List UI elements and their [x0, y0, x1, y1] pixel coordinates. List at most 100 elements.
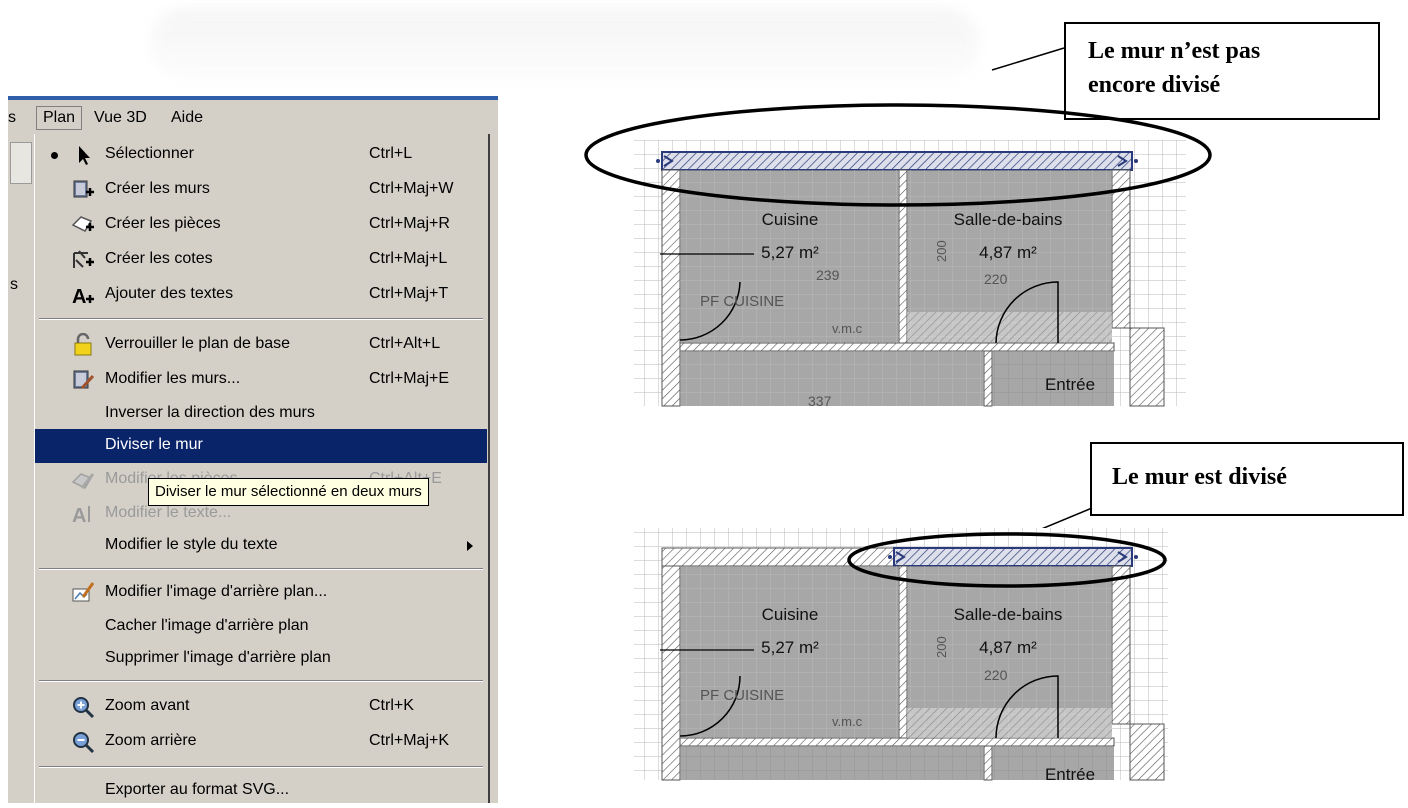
- dimension-label: 220: [984, 271, 1008, 287]
- create-walls-icon: [73, 180, 94, 198]
- menu-item-label: Modifier le style du texte: [105, 536, 278, 553]
- toolbar-edge: [490, 136, 498, 803]
- menu-item-style-texte[interactable]: Modifier le style du texte: [35, 529, 487, 563]
- selected-wall[interactable]: [661, 151, 1133, 171]
- blurred-title-bar: [150, 8, 980, 80]
- menu-item-label: Inverser la direction des murs: [105, 404, 315, 421]
- menu-item-inverser-direction[interactable]: Inverser la direction des murs: [35, 397, 487, 431]
- callout-line-1: Le mur n’est pas: [1088, 38, 1261, 64]
- plan-label: v.m.c: [832, 714, 863, 729]
- callout-text: Le mur est divisé: [1112, 464, 1287, 490]
- menu-item-label: Diviser le mur: [105, 436, 203, 453]
- callout-line-2: encore divisé: [1088, 72, 1221, 98]
- menu-item-label: Supprimer l'image d'arrière plan: [105, 649, 331, 666]
- zoom-in-icon: [73, 697, 95, 719]
- room-area: 5,27 m²: [761, 638, 819, 657]
- dimension-label: 337: [808, 393, 832, 409]
- menu-item-shortcut: Ctrl+K: [369, 697, 414, 714]
- callout-leader-line: [991, 47, 1065, 71]
- modify-walls-icon: [73, 370, 95, 390]
- floor-plan-after: Cuisine 5,27 m² Salle-de-bains 4,87 m² E…: [634, 528, 1168, 784]
- menu-item-verrouiller-plan[interactable]: Verrouiller le plan de base Ctrl+Alt+L: [35, 328, 487, 362]
- menu-item-selectionner[interactable]: Sélectionner Ctrl+L: [35, 138, 487, 172]
- room-name: Cuisine: [762, 605, 819, 624]
- menu-bar: s Plan Vue 3D Aide: [8, 96, 498, 136]
- modify-text-icon: A: [72, 505, 90, 526]
- menu-item-zoom-avant[interactable]: Zoom avant Ctrl+K: [35, 690, 487, 724]
- menu-item-label: Ajouter des textes: [105, 285, 234, 302]
- menu-item-shortcut: Ctrl+Maj+K: [369, 732, 450, 749]
- floor-plan-before: Cuisine 5,27 m² Salle-de-bains 4,87 m² E…: [584, 103, 1212, 409]
- menu-truncated[interactable]: s: [8, 109, 16, 127]
- menu-item-creer-cotes[interactable]: Créer les cotes Ctrl+Maj+L: [35, 243, 487, 277]
- menu-item-ajouter-textes[interactable]: A Ajouter des textes Ctrl+Maj+T: [35, 278, 487, 312]
- tooltip: Diviser le mur sélectionné en deux murs: [148, 478, 429, 506]
- modify-rooms-icon: [71, 473, 95, 489]
- furniture-label: PF CUISINE: [700, 293, 784, 310]
- create-dimensions-icon: [73, 250, 94, 268]
- menu-separator: [39, 318, 483, 320]
- menu-item-label: Modifier les murs...: [105, 370, 241, 387]
- lock-plan-icon: [74, 333, 92, 356]
- menu-separator: [39, 766, 483, 768]
- callout-divided: Le mur est divisé: [1090, 442, 1404, 516]
- room-name: Entrée: [1045, 375, 1095, 394]
- room-name: Entrée: [1045, 765, 1095, 784]
- menu-item-cacher-image-fond[interactable]: Cacher l'image d'arrière plan: [35, 610, 487, 644]
- menu-item-creer-pieces[interactable]: Créer les pièces Ctrl+Maj+R: [35, 208, 487, 242]
- menu-item-zoom-arriere[interactable]: Zoom arrière Ctrl+Maj+K: [35, 725, 487, 759]
- menu-aide[interactable]: Aide: [171, 109, 203, 127]
- menu-item-label: Verrouiller le plan de base: [105, 335, 291, 352]
- room-area: 4,87 m²: [979, 243, 1037, 262]
- callout-leader-line: [1009, 507, 1093, 543]
- dimension-label: 200: [934, 240, 949, 262]
- menu-item-label: Modifier l'image d'arrière plan...: [105, 583, 328, 600]
- menu-item-label: Créer les pièces: [105, 215, 221, 232]
- submenu-arrow-icon: [467, 541, 473, 551]
- menu-item-modifier-image-fond[interactable]: Modifier l'image d'arrière plan...: [35, 576, 487, 610]
- selected-wall-segment[interactable]: [893, 547, 1133, 567]
- room-area: 5,27 m²: [761, 243, 819, 262]
- left-toolbar-strip: s: [8, 136, 36, 803]
- zoom-out-icon: [73, 732, 95, 754]
- highlight-ellipse: [847, 532, 1167, 588]
- toolbar-button[interactable]: [10, 142, 32, 184]
- menu-item-shortcut: Ctrl+L: [369, 145, 413, 162]
- callout-not-divided: Le mur n’est pas encore divisé: [1064, 22, 1380, 120]
- dimension-label: 239: [816, 267, 840, 283]
- add-text-icon: A: [72, 286, 94, 307]
- room-name: Salle-de-bains: [954, 605, 1063, 624]
- menu-item-diviser-mur[interactable]: Diviser le mur: [35, 429, 487, 463]
- background-image-icon: [72, 582, 95, 602]
- menu-item-shortcut: Ctrl+Alt+L: [369, 335, 441, 352]
- svg-text:A: A: [72, 286, 86, 307]
- room-name: Cuisine: [762, 210, 819, 229]
- menu-item-shortcut: Ctrl+Maj+W: [369, 180, 454, 197]
- room-name: Salle-de-bains: [954, 210, 1063, 229]
- menu-item-creer-murs[interactable]: Créer les murs Ctrl+Maj+W: [35, 173, 487, 207]
- menu-item-shortcut: Ctrl+Maj+T: [369, 285, 449, 302]
- menu-plan[interactable]: Plan: [36, 106, 83, 130]
- menu-item-shortcut: Ctrl+Maj+R: [369, 215, 450, 232]
- dimension-label: 220: [984, 667, 1008, 683]
- svg-text:A: A: [72, 505, 86, 526]
- menu-item-label: Cacher l'image d'arrière plan: [105, 617, 309, 634]
- menu-item-supprimer-image-fond[interactable]: Supprimer l'image d'arrière plan: [35, 642, 487, 676]
- menu-item-shortcut: Ctrl+Maj+E: [369, 370, 450, 387]
- menu-vue-3d[interactable]: Vue 3D: [94, 109, 147, 127]
- menu-separator: [39, 568, 483, 570]
- plan-label: v.m.c: [832, 321, 863, 336]
- menu-item-label: Zoom avant: [105, 697, 190, 714]
- menu-item-label: Sélectionner: [105, 145, 194, 162]
- menu-item-label: Créer les cotes: [105, 250, 213, 267]
- menu-item-label: Modifier le texte...: [105, 504, 232, 521]
- plan-dropdown-menu: Sélectionner Ctrl+L Créer les murs Ctrl+…: [34, 134, 490, 803]
- menu-separator: [39, 680, 483, 682]
- menu-item-label: Créer les murs: [105, 180, 210, 197]
- menu-item-label: Exporter au format SVG...: [105, 781, 290, 798]
- highlight-ellipse: [584, 103, 1212, 207]
- cursor-arrow-icon: [79, 146, 90, 165]
- left-strip-label: s: [10, 276, 18, 293]
- menu-item-modifier-murs[interactable]: Modifier les murs... Ctrl+Maj+E: [35, 363, 487, 397]
- radio-bullet-icon: [51, 152, 58, 159]
